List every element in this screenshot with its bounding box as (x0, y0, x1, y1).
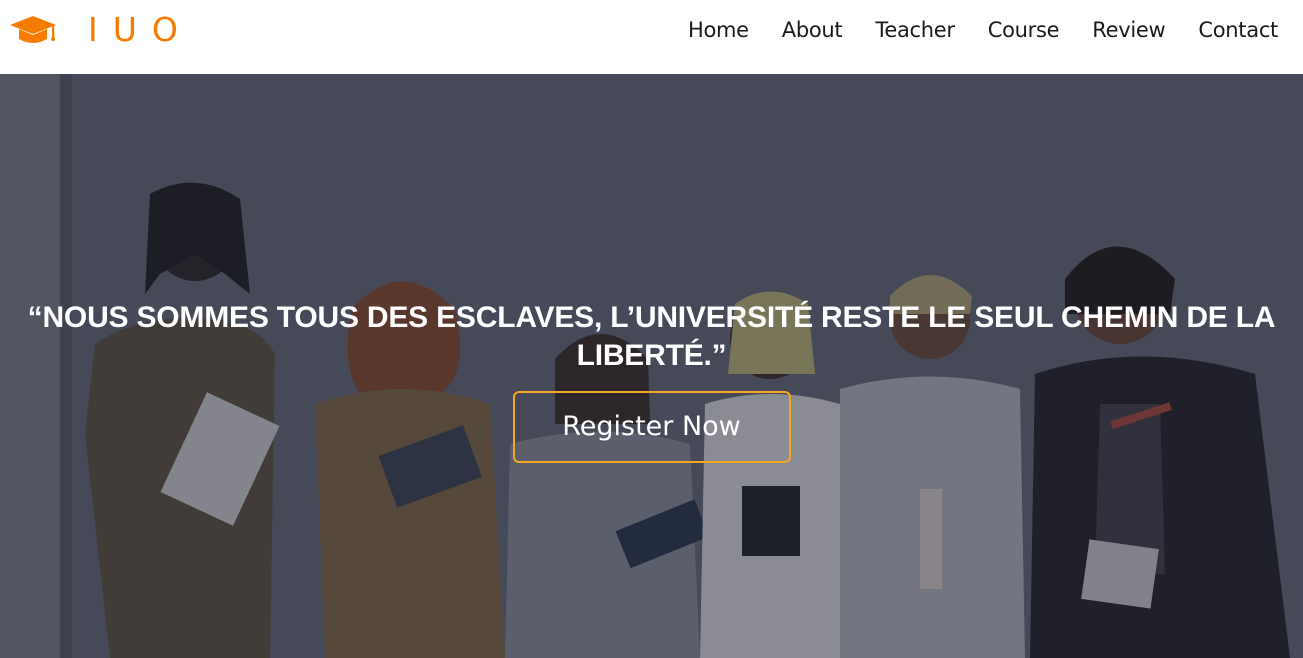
register-now-button[interactable]: Register Now (512, 391, 791, 463)
nav-about[interactable]: About (782, 16, 843, 44)
brand-name: IUO (88, 10, 193, 49)
hero-quote: “NOUS SOMMES TOUS DES ESCLAVES, L’UNIVER… (27, 301, 1276, 372)
nav-review[interactable]: Review (1092, 16, 1165, 44)
hero-section: “NOUS SOMMES TOUS DES ESCLAVES, L’UNIVER… (0, 74, 1303, 658)
main-nav: Home About Teacher Course Review Contact (688, 16, 1278, 44)
brand-logo[interactable]: IUO (8, 12, 193, 48)
graduation-cap-icon (10, 16, 56, 43)
nav-home[interactable]: Home (688, 16, 749, 44)
hero-content: “NOUS SOMMES TOUS DES ESCLAVES, L’UNIVER… (0, 299, 1303, 463)
nav-course[interactable]: Course (988, 16, 1060, 44)
nav-contact[interactable]: Contact (1198, 16, 1278, 44)
nav-teacher[interactable]: Teacher (875, 16, 955, 44)
site-header: IUO Home About Teacher Course Review Con… (0, 0, 1303, 74)
